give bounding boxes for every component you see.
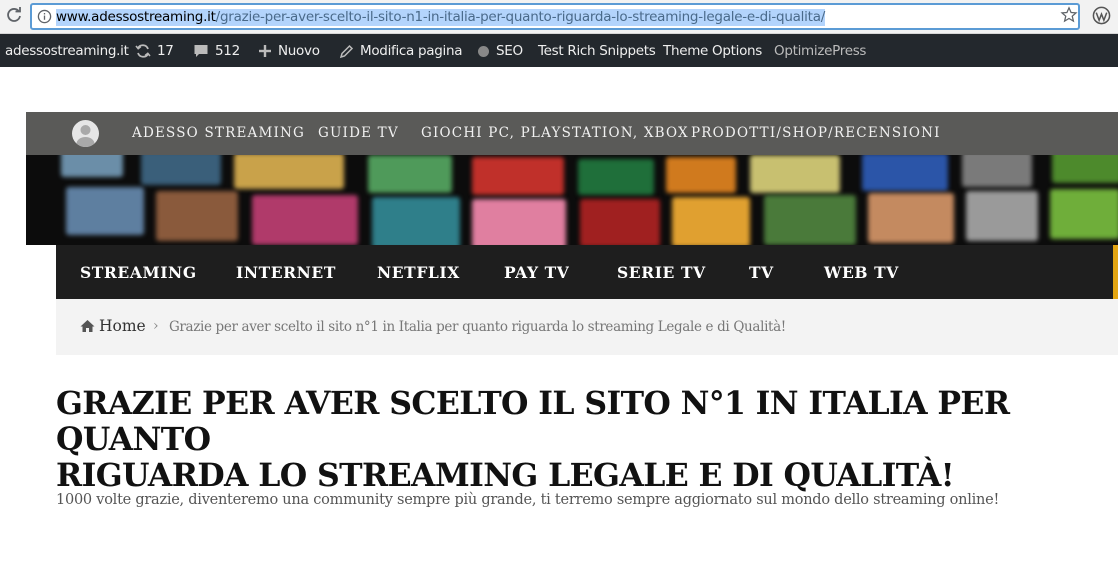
breadcrumb-current: Grazie per aver scelto il sito n°1 in It… [169, 319, 786, 335]
topnav-item-prodotti[interactable]: PRODOTTI/SHOP/RECENSIONI [691, 125, 941, 141]
nav-item-internet[interactable]: INTERNET [236, 263, 336, 282]
topnav-item-guide-tv[interactable]: GUIDE TV [318, 125, 399, 141]
nav-item-tv[interactable]: TV [749, 263, 774, 282]
browser-toolbar: www.adessostreaming.it/grazie-per-aver-s… [0, 0, 1118, 34]
home-icon [80, 320, 95, 332]
admin-new[interactable]: Nuovo [258, 43, 320, 59]
address-bar[interactable]: www.adessostreaming.it/grazie-per-aver-s… [30, 3, 1080, 30]
breadcrumb-separator: › [153, 318, 159, 334]
plus-icon [259, 45, 271, 57]
url-domain: www.adessostreaming.it [56, 9, 216, 25]
url-text[interactable]: www.adessostreaming.it/grazie-per-aver-s… [56, 9, 825, 26]
topnav-item-giochi[interactable]: GIOCHI PC, PLAYSTATION, XBOX [421, 125, 689, 141]
user-icon [76, 125, 95, 147]
admin-site-name[interactable]: adessostreaming.it [5, 43, 129, 59]
nav-item-streaming[interactable]: STREAMING [80, 263, 197, 282]
avatar[interactable] [72, 120, 99, 147]
admin-seo[interactable]: SEO [477, 43, 523, 59]
nav-item-serie-tv[interactable]: SERIE TV [617, 263, 706, 282]
wp-admin-bar: adessostreaming.it 17 512 Nuovo Modifica… [0, 34, 1118, 67]
seo-label: SEO [496, 43, 523, 59]
reload-icon[interactable] [4, 5, 24, 25]
info-icon[interactable] [37, 9, 52, 24]
topnav-item-adesso-streaming[interactable]: ADESSO STREAMING [132, 125, 305, 141]
nav-item-pay-tv[interactable]: PAY TV [504, 263, 569, 282]
page-body-text: 1000 volte grazie, diventeremo una commu… [56, 492, 1000, 508]
breadcrumb: Home › Grazie per aver scelto il sito n°… [56, 299, 1118, 355]
admin-rich-snippets[interactable]: Test Rich Snippets [538, 43, 656, 59]
nav-accent-bar [1113, 245, 1118, 299]
admin-theme-options[interactable]: Theme Options [663, 43, 762, 59]
wordpress-extension-icon[interactable] [1092, 6, 1111, 25]
page-title: Grazie per aver scelto il sito n°1 in It… [56, 386, 1010, 494]
admin-updates[interactable]: 17 [135, 43, 174, 59]
updates-count: 17 [157, 43, 174, 59]
edit-label: Modifica pagina [360, 43, 463, 59]
admin-comments[interactable]: 512 [193, 43, 240, 59]
updates-icon [135, 44, 151, 58]
top-navigation: ADESSO STREAMING GUIDE TV GIOCHI PC, PLA… [26, 112, 1118, 155]
admin-edit-page[interactable]: Modifica pagina [339, 43, 463, 59]
nav-item-netflix[interactable]: NETFLIX [377, 263, 460, 282]
nav-item-web-tv[interactable]: WEB TV [824, 263, 899, 282]
category-navigation: STREAMING INTERNET NETFLIX PAY TV SERIE … [56, 245, 1118, 299]
new-label: Nuovo [278, 43, 320, 59]
header-banner-image [26, 155, 1118, 245]
comment-icon [194, 45, 208, 57]
breadcrumb-home-link[interactable]: Home [99, 317, 146, 335]
url-path: /grazie-per-aver-scelto-il-sito-n1-in-it… [215, 9, 826, 25]
star-icon[interactable] [1060, 6, 1078, 24]
admin-optimizepress[interactable]: OptimizePress [774, 43, 866, 59]
seo-status-icon [478, 45, 489, 57]
comments-count: 512 [215, 43, 240, 59]
pencil-icon [339, 44, 354, 58]
